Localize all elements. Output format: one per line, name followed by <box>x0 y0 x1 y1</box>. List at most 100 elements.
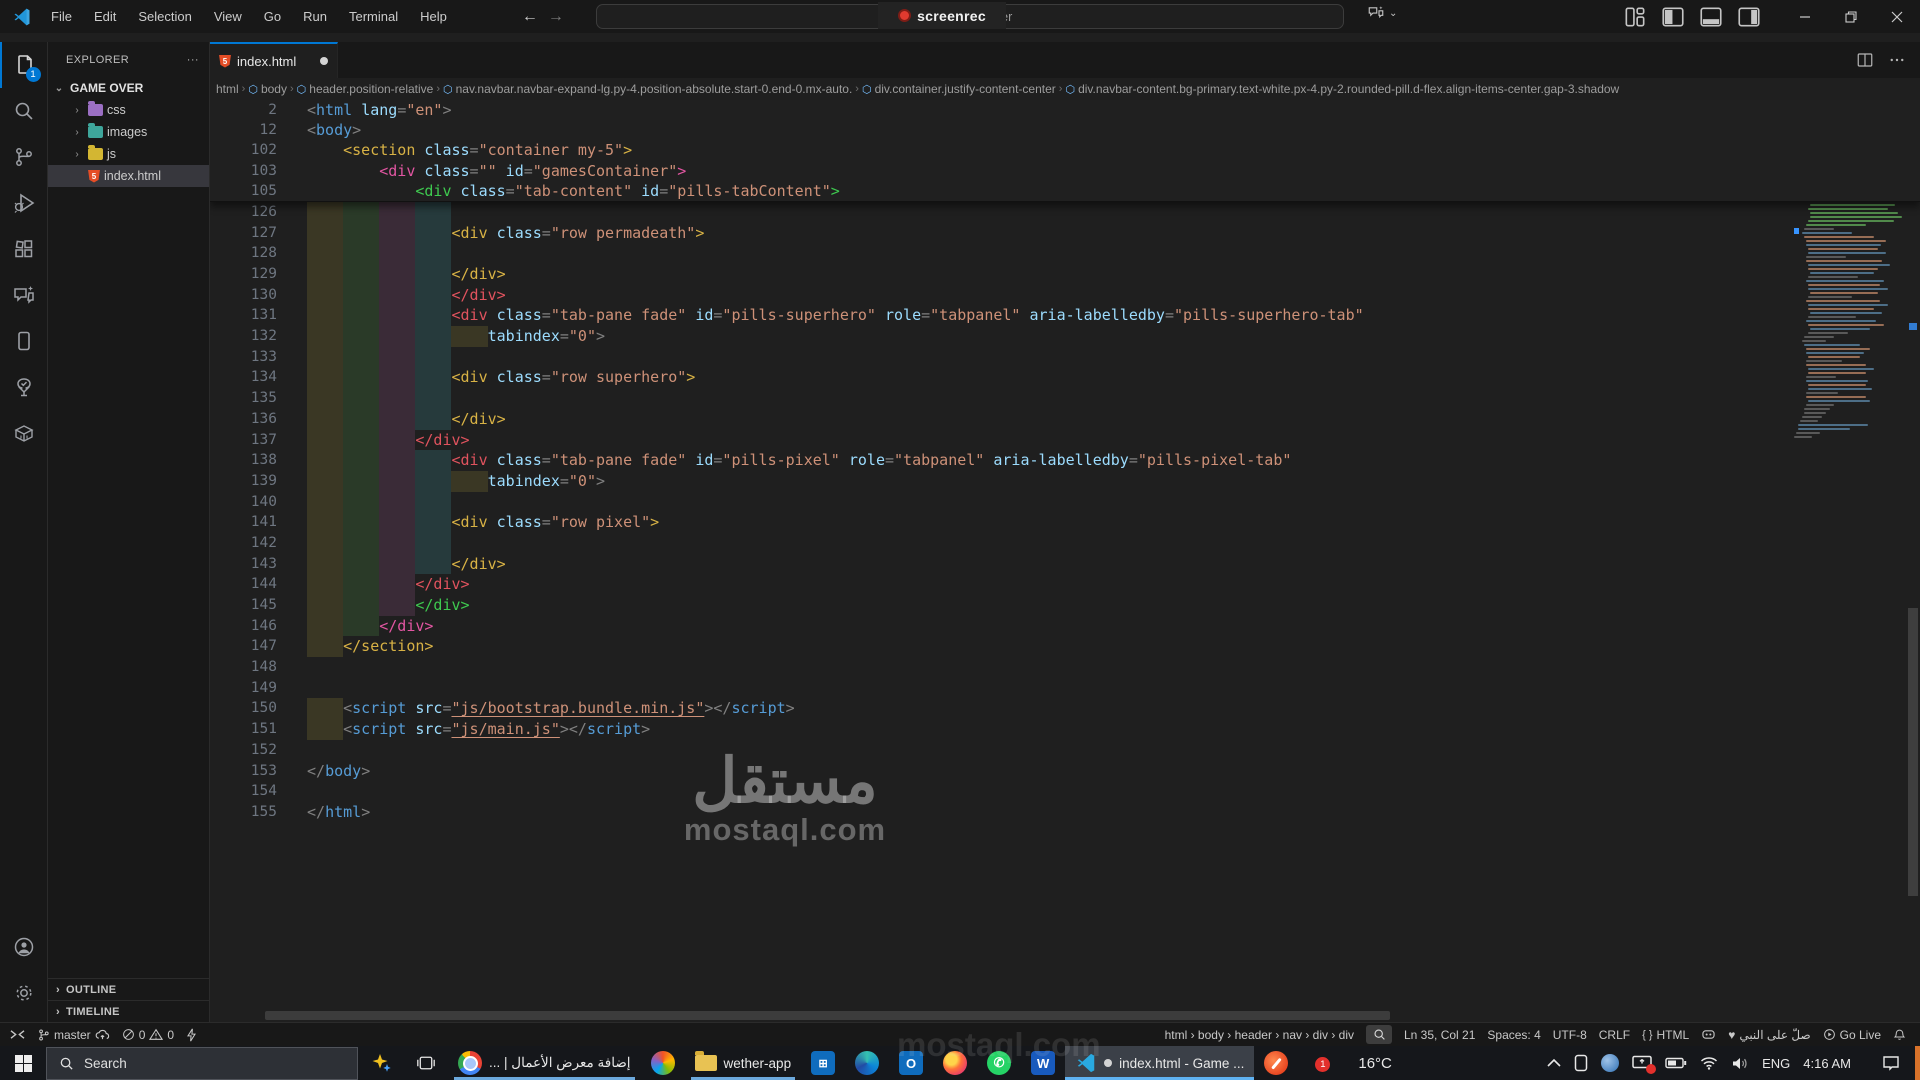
code-line-105[interactable]: 105 <div class="tab-content" id="pills-ta… <box>210 181 1920 201</box>
code-editor[interactable]: 2 <html lang="en"> 12 <body> 102 <section cla… <box>210 100 1920 1022</box>
onedrive-icon[interactable] <box>1601 1054 1620 1072</box>
code-line-134[interactable]: 134 <div class="row superhero"> <box>210 367 1920 389</box>
outline-section-header[interactable]: › OUTLINE <box>48 978 209 1000</box>
code-line-148[interactable]: 148 <box>210 657 1920 678</box>
code-line-130[interactable]: 130 </div> <box>210 284 1920 306</box>
code-line-128[interactable]: 128 <box>210 243 1920 264</box>
docker-activity-icon[interactable] <box>0 410 48 456</box>
phone-link-icon[interactable] <box>1574 1054 1588 1072</box>
word-button[interactable]: W <box>1021 1046 1065 1080</box>
code-line-139[interactable]: 139 tabindex="0"> <box>210 470 1920 492</box>
project-root-row[interactable]: ⌄ GAME OVER <box>48 77 209 99</box>
code-line-131[interactable]: 131 <div class="tab-pane fade" id="pills-… <box>210 305 1920 327</box>
screen-share-icon[interactable] <box>1632 1055 1657 1074</box>
breadcrumb-item[interactable]: ⬡ nav.navbar.navbar-expand-lg.py-4.positi… <box>443 82 852 96</box>
folder-row-js[interactable]: › js <box>48 143 209 165</box>
task-view-button[interactable] <box>404 1046 448 1080</box>
breadcrumb-item[interactable]: ⬡ div.navbar-content.bg-primary.text-whit… <box>1065 82 1619 96</box>
menu-item-help[interactable]: Help <box>411 6 456 27</box>
lightning-status[interactable] <box>180 1028 203 1042</box>
code-line-129[interactable]: 129 </div> <box>210 264 1920 285</box>
mobile-preview-activity-icon[interactable] <box>0 318 48 364</box>
code-line-141[interactable]: 141 <div class="row pixel"> <box>210 512 1920 533</box>
split-editor-icon[interactable] <box>1856 51 1874 69</box>
code-line-154[interactable]: 154 <box>210 781 1920 802</box>
input-language[interactable]: ENG <box>1762 1056 1790 1071</box>
forward-arrow-icon[interactable]: → <box>548 8 564 26</box>
encoding-status[interactable]: UTF-8 <box>1547 1028 1593 1042</box>
copilot-chat-activity-icon[interactable] <box>0 272 48 318</box>
code-line-12[interactable]: 12 <body> <box>210 120 1920 140</box>
code-line-142[interactable]: 142 <box>210 532 1920 554</box>
indentation-status[interactable]: Spaces: 4 <box>1481 1028 1546 1042</box>
code-line-147[interactable]: 147 </section> <box>210 636 1920 658</box>
firefox-button[interactable] <box>933 1046 977 1080</box>
edge-button[interactable] <box>845 1046 889 1080</box>
notifications-bell[interactable] <box>1887 1028 1912 1042</box>
menu-item-view[interactable]: View <box>205 6 251 27</box>
tag-path-status[interactable]: html › body › header › nav › div › div <box>1159 1028 1360 1042</box>
folder-row-images[interactable]: › images <box>48 121 209 143</box>
code-line-126[interactable]: 126 <box>210 201 1920 223</box>
code-line-137[interactable]: 137 </div> <box>210 429 1920 451</box>
testing-activity-icon[interactable] <box>0 364 48 410</box>
wifi-icon[interactable] <box>1700 1056 1718 1070</box>
toggle-panel-icon[interactable] <box>1696 4 1726 30</box>
code-line-2[interactable]: 2 <html lang="en"> <box>210 100 1920 120</box>
code-line-140[interactable]: 140 <box>210 491 1920 513</box>
code-line-151[interactable]: 151 <script src="js/main.js"></script> <box>210 719 1920 740</box>
store-button[interactable]: ⊞ <box>801 1046 845 1080</box>
customize-layout-icon[interactable] <box>1620 4 1650 30</box>
blessing-status[interactable]: ♥ صلّ على النبي <box>1722 1028 1816 1042</box>
battery-icon[interactable] <box>1665 1057 1687 1069</box>
toggle-secondary-sidebar-icon[interactable] <box>1734 4 1764 30</box>
code-lines[interactable]: 126 127 <div class="row permadeath"> 128 129… <box>210 201 1920 823</box>
remote-indicator[interactable] <box>4 1028 31 1041</box>
more-actions-icon[interactable] <box>1888 51 1906 69</box>
toggle-sidebar-icon[interactable] <box>1658 4 1688 30</box>
copilot-app-button[interactable] <box>641 1046 685 1080</box>
language-mode-status[interactable]: { } HTML <box>1636 1028 1695 1042</box>
problems-status[interactable]: 0 0 <box>116 1028 180 1042</box>
breadcrumb-item[interactable]: ⬡ body <box>248 82 287 96</box>
source-control-activity-icon[interactable] <box>0 134 48 180</box>
copilot-titlebar-button[interactable]: ⌄ <box>1366 4 1397 22</box>
extensions-activity-icon[interactable] <box>0 226 48 272</box>
code-line-135[interactable]: 135 <box>210 388 1920 409</box>
folder-row-css[interactable]: › css <box>48 99 209 121</box>
code-line-103[interactable]: 103 <div class="" id="gamesContainer"> <box>210 161 1920 181</box>
code-line-144[interactable]: 144 </div> <box>210 574 1920 595</box>
zoom-status[interactable] <box>1366 1025 1392 1044</box>
minimize-button[interactable] <box>1782 0 1828 33</box>
timeline-section-header[interactable]: › TIMELINE <box>48 1000 209 1022</box>
code-line-152[interactable]: 152 <box>210 740 1920 761</box>
code-line-150[interactable]: 150 <script src="js/bootstrap.bundle.min.… <box>210 698 1920 720</box>
menu-item-go[interactable]: Go <box>255 6 290 27</box>
cursor-position-status[interactable]: Ln 35, Col 21 <box>1398 1028 1481 1042</box>
code-line-127[interactable]: 127 <div class="row permadeath"> <box>210 222 1920 244</box>
tab-index-html[interactable]: 5 index.html <box>210 42 338 78</box>
tray-expand-icon[interactable] <box>1547 1058 1561 1068</box>
horizontal-scrollbar-slider[interactable] <box>265 1011 1390 1020</box>
restore-button[interactable] <box>1828 0 1874 33</box>
go-live-status[interactable]: Go Live <box>1817 1028 1887 1042</box>
search-activity-icon[interactable] <box>0 88 48 134</box>
screenrec-app-button[interactable] <box>1254 1046 1298 1080</box>
code-line-136[interactable]: 136 </div> <box>210 408 1920 430</box>
breadcrumb-item[interactable]: ⬡ header.position-relative <box>297 82 434 96</box>
explorer-window-button[interactable]: wether-app <box>685 1046 802 1080</box>
back-arrow-icon[interactable]: ← <box>522 8 538 26</box>
chrome-window-button[interactable]: ... | إضافة معرض الأعمال <box>448 1046 641 1080</box>
settings-gear-icon[interactable] <box>0 970 48 1016</box>
copilot-status[interactable] <box>1695 1028 1722 1041</box>
code-line-138[interactable]: 138 <div class="tab-pane fade" id="pills-… <box>210 450 1920 471</box>
menu-item-selection[interactable]: Selection <box>129 6 200 27</box>
outlook-button[interactable]: O <box>889 1046 933 1080</box>
taskbar-search-input[interactable]: Search <box>46 1046 358 1080</box>
code-line-132[interactable]: 132 tabindex="0"> <box>210 326 1920 347</box>
windows-copilot-button[interactable] <box>358 1046 404 1080</box>
weather-button[interactable]: 16°C <box>1346 1046 1404 1080</box>
vscode-window-button[interactable]: index.html - Game ... <box>1065 1046 1255 1080</box>
menu-item-run[interactable]: Run <box>294 6 336 27</box>
volume-icon[interactable] <box>1731 1056 1749 1071</box>
